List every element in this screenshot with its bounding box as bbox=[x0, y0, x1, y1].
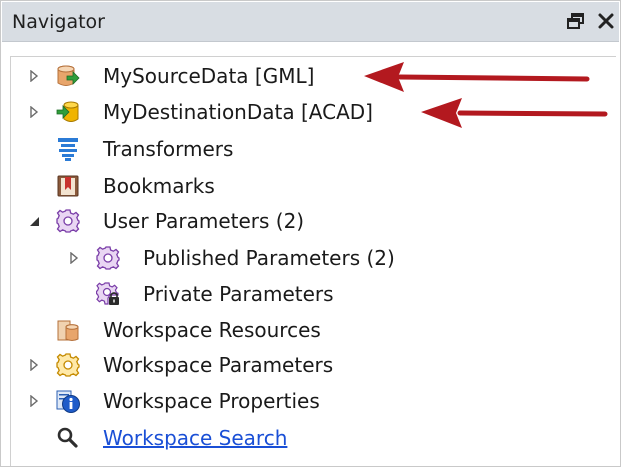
tree-item-label: Workspace Properties bbox=[103, 389, 320, 413]
expand-arrow-icon[interactable] bbox=[27, 394, 41, 408]
tree-item-label: MyDestinationData [ACAD] bbox=[103, 100, 373, 124]
source-database-icon bbox=[56, 64, 80, 88]
tree-item-label: Workspace Resources bbox=[103, 318, 321, 342]
tree-item-bookmarks[interactable]: Bookmarks bbox=[20, 168, 240, 204]
transformers-icon bbox=[56, 137, 80, 161]
tree-item-published-parameters[interactable]: Published Parameters (2) bbox=[60, 240, 420, 276]
collapse-arrow-icon[interactable] bbox=[27, 214, 41, 228]
info-icon bbox=[56, 389, 80, 413]
bookmarks-icon bbox=[56, 174, 80, 198]
tree-item-label: Private Parameters bbox=[143, 282, 334, 306]
tree-item-workspace-resources[interactable]: Workspace Resources bbox=[20, 312, 340, 348]
destination-database-icon bbox=[56, 100, 80, 124]
tree-item-workspace-parameters[interactable]: Workspace Parameters bbox=[20, 347, 360, 383]
tree-item-label: Published Parameters (2) bbox=[143, 246, 395, 270]
gear-icon bbox=[56, 209, 80, 233]
expand-arrow-icon[interactable] bbox=[27, 358, 41, 372]
tree-item-label: MySourceData [GML] bbox=[103, 64, 315, 88]
expand-arrow-icon[interactable] bbox=[67, 251, 81, 265]
tree-item-label: Transformers bbox=[103, 137, 234, 161]
tree-item-transformers[interactable]: Transformers bbox=[20, 131, 260, 167]
expand-arrow-icon[interactable] bbox=[27, 69, 41, 83]
panel-title: Navigator bbox=[12, 11, 105, 33]
tree-item-user-parameters[interactable]: User Parameters (2) bbox=[20, 203, 320, 239]
tree-item-label: Workspace Parameters bbox=[103, 353, 334, 377]
gear-icon bbox=[56, 353, 80, 377]
close-icon[interactable] bbox=[596, 11, 616, 31]
tree-item-label: User Parameters (2) bbox=[103, 209, 305, 233]
panel-titlebar: Navigator bbox=[2, 2, 619, 42]
workspace-search-link[interactable]: Workspace Search bbox=[103, 426, 287, 450]
tree-item-private-parameters[interactable]: Private Parameters bbox=[60, 276, 360, 312]
tree-item-source-data[interactable]: MySourceData [GML] bbox=[20, 58, 340, 94]
tree-item-workspace-properties[interactable]: Workspace Properties bbox=[20, 383, 350, 419]
tree-item-workspace-search[interactable]: Workspace Search bbox=[20, 420, 310, 456]
locked-gear-icon bbox=[95, 282, 120, 306]
tree-item-label: Bookmarks bbox=[103, 174, 215, 198]
search-icon bbox=[56, 426, 80, 450]
expand-arrow-icon[interactable] bbox=[27, 105, 41, 119]
resources-icon bbox=[56, 318, 80, 342]
float-window-icon[interactable] bbox=[566, 11, 586, 31]
gear-icon bbox=[96, 246, 120, 270]
tree-item-destination-data[interactable]: MyDestinationData [ACAD] bbox=[20, 94, 400, 130]
